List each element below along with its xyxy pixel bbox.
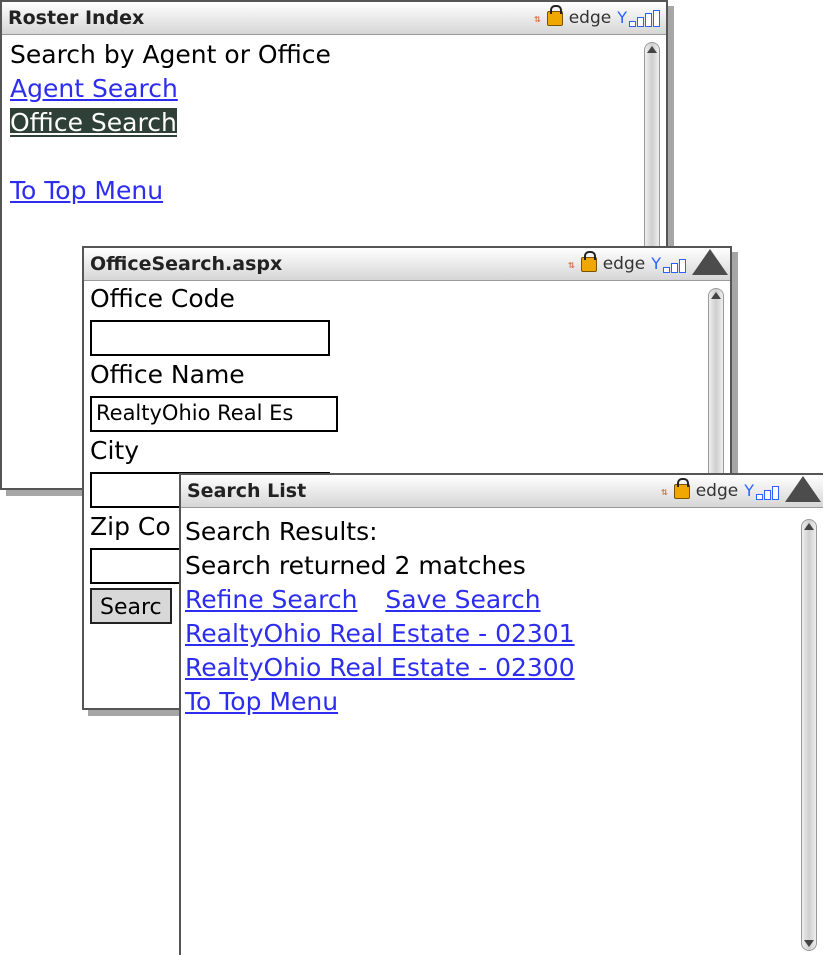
data-transfer-icon: ⇅ (661, 484, 668, 498)
results-heading: Search Results: (185, 517, 378, 546)
network-type: edge (568, 8, 612, 28)
network-type: edge (602, 254, 646, 274)
result-item-link[interactable]: RealtyOhio Real Estate - 02301 (185, 619, 575, 648)
city-label: City (90, 436, 139, 465)
top-menu-link[interactable]: To Top Menu (10, 176, 163, 205)
data-transfer-icon: ⇅ (568, 257, 575, 271)
screen-title: OfficeSearch.aspx (90, 253, 283, 275)
search-results-content: Search Results: Search returned 2 matche… (185, 515, 793, 719)
scroll-up-icon (711, 292, 721, 299)
roster-content: Search by Agent or Office Agent Search O… (10, 38, 636, 208)
agent-search-link[interactable]: Agent Search (10, 74, 178, 103)
results-summary: Search returned 2 matches (185, 551, 526, 580)
office-name-input[interactable]: RealtyOhio Real Es (90, 396, 338, 432)
page-heading: Search by Agent or Office (10, 40, 331, 69)
nav-up-arrow-icon[interactable] (785, 476, 821, 502)
refine-search-link[interactable]: Refine Search (185, 585, 357, 614)
network-type: edge (695, 481, 739, 501)
screen-title: Roster Index (8, 7, 145, 29)
search-button[interactable]: Searc (90, 588, 172, 624)
signal-strength-icon: Y (617, 8, 660, 27)
status-icons: ⇅ edge Y (661, 477, 779, 502)
search-list-screen: Search List ⇅ edge Y Search Results: Sea… (179, 473, 823, 955)
lock-icon (580, 250, 597, 272)
save-search-link[interactable]: Save Search (385, 585, 540, 614)
scroll-up-icon (647, 46, 657, 53)
nav-up-arrow-icon[interactable] (692, 249, 728, 275)
data-transfer-icon: ⇅ (534, 11, 541, 25)
title-bar: Search List ⇅ edge Y (181, 475, 823, 508)
office-code-label: Office Code (90, 284, 235, 313)
scroll-up-icon (804, 523, 814, 530)
scrollbar[interactable] (801, 519, 817, 951)
top-menu-link[interactable]: To Top Menu (185, 687, 338, 716)
scroll-down-icon (804, 940, 814, 947)
lock-icon (673, 477, 690, 499)
office-name-label: Office Name (90, 360, 245, 389)
screen-title: Search List (187, 480, 307, 502)
title-bar: OfficeSearch.aspx ⇅ edge Y (84, 248, 730, 281)
lock-icon (546, 4, 563, 26)
office-search-link[interactable]: Office Search (10, 108, 177, 137)
signal-strength-icon: Y (744, 481, 779, 500)
signal-strength-icon: Y (651, 254, 686, 273)
status-icons: ⇅ edge Y (534, 4, 660, 29)
result-item-link[interactable]: RealtyOhio Real Estate - 02300 (185, 653, 575, 682)
office-code-input[interactable] (90, 320, 330, 356)
title-bar: Roster Index ⇅ edge Y (2, 2, 666, 35)
status-icons: ⇅ edge Y (568, 250, 686, 275)
